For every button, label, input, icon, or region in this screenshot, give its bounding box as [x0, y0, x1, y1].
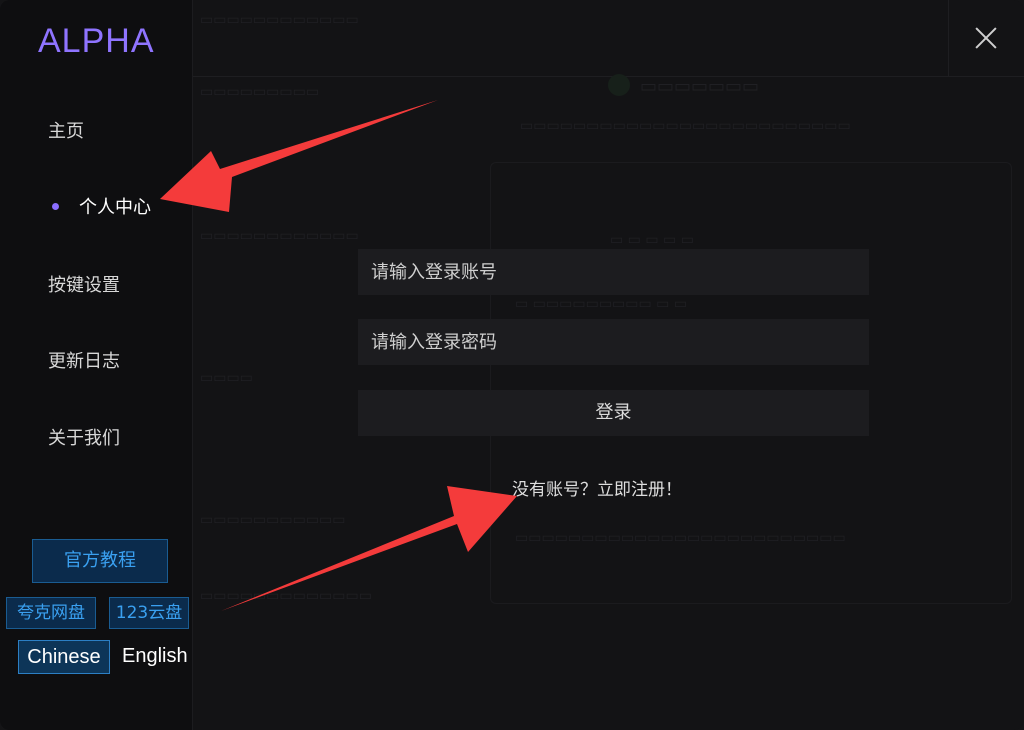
123-cloud-link[interactable]: 123云盘 [109, 597, 189, 629]
register-link[interactable]: 没有账号？立即注册！ [512, 475, 682, 500]
sidebar-item-label: 主页 [48, 121, 84, 142]
sidebar-item-key-settings[interactable]: 按键设置 [48, 271, 120, 297]
sidebar-item-home[interactable]: 主页 [48, 117, 84, 143]
quark-drive-link[interactable]: 夸克网盘 [6, 597, 96, 629]
sidebar-item-about[interactable]: 关于我们 [48, 424, 120, 450]
app-window: ▭▭▭▭▭▭▭▭▭▭▭▭ ▭▭▭▭▭▭▭▭▭ ▭▭▭▭▭▭▭ ▭▭▭▭▭▭▭▭▭… [0, 0, 1024, 730]
sidebar-item-profile[interactable]: 个人中心 [52, 193, 151, 219]
close-icon[interactable] [972, 24, 1000, 52]
language-chinese-button[interactable]: Chinese [18, 640, 110, 674]
login-button[interactable]: 登录 [358, 390, 869, 436]
arrow-to-register [221, 486, 517, 611]
sidebar-item-changelog[interactable]: 更新日志 [48, 347, 120, 373]
sidebar-item-label: 更新日志 [48, 351, 120, 372]
sidebar: ALPHA 主页 个人中心 按键设置 更新日志 关于我们 官方教程 夸克网盘 1… [0, 0, 193, 730]
active-dot-icon [52, 203, 59, 210]
app-logo: ALPHA [38, 22, 155, 60]
sidebar-item-label: 按键设置 [48, 275, 120, 296]
official-tutorial-button[interactable]: 官方教程 [32, 539, 168, 583]
password-input[interactable] [358, 319, 869, 365]
account-input[interactable] [358, 249, 869, 295]
sidebar-item-label: 关于我们 [48, 428, 120, 449]
sidebar-item-label: 个人中心 [79, 197, 151, 218]
arrow-to-profile [160, 100, 438, 212]
language-english-button[interactable]: English [122, 640, 188, 672]
